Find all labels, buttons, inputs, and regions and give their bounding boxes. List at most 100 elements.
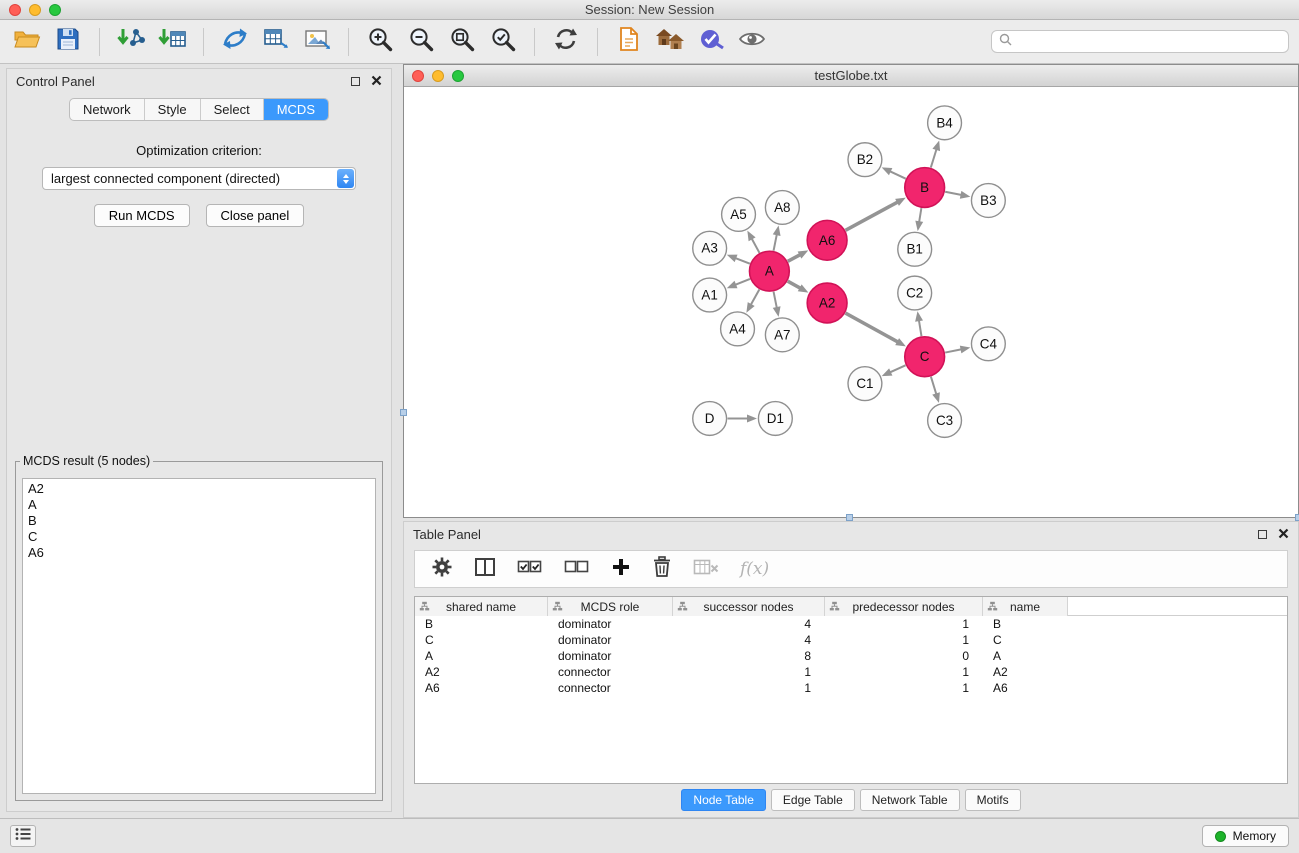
validate-button[interactable]	[694, 24, 728, 60]
column-header[interactable]: predecessor nodes	[825, 597, 983, 616]
graph-edge[interactable]	[751, 289, 759, 304]
graph-node-b[interactable]: B	[905, 168, 945, 208]
close-panel-icon[interactable]	[371, 74, 382, 89]
run-mcds-button[interactable]: Run MCDS	[94, 204, 190, 227]
graph-edge[interactable]	[919, 208, 921, 222]
graph-edge[interactable]	[788, 281, 800, 288]
graph-edge[interactable]	[931, 150, 937, 168]
graph-node-a3[interactable]: A3	[693, 231, 727, 265]
graph-edge[interactable]	[752, 239, 760, 253]
import-table-button[interactable]	[155, 24, 189, 60]
graph-edge[interactable]	[919, 321, 921, 337]
table-row[interactable]: Adominator80A	[415, 648, 1287, 664]
deselect-all-button[interactable]	[564, 557, 590, 582]
network-canvas[interactable]: B4B2BB3A5A8A6A3B1AC2A1A2A4A7C4CC1C3DD1	[404, 88, 1298, 517]
tab-network[interactable]: Network	[70, 99, 145, 120]
graph-node-a4[interactable]: A4	[721, 312, 755, 346]
table-row[interactable]: A6connector11A6	[415, 680, 1287, 696]
graph-node-b1[interactable]: B1	[898, 232, 932, 266]
column-header[interactable]: successor nodes	[673, 597, 825, 616]
graph-edge[interactable]	[736, 279, 750, 285]
mcds-result-list[interactable]: A2ABCA6	[22, 478, 376, 794]
open-session-button[interactable]	[10, 24, 44, 60]
graph-edge[interactable]	[845, 313, 897, 342]
result-item[interactable]: C	[28, 529, 370, 545]
graph-node-d1[interactable]: D1	[758, 402, 792, 436]
resize-handle[interactable]	[1295, 514, 1299, 521]
graph-edge[interactable]	[945, 349, 961, 352]
network-svg[interactable]: B4B2BB3A5A8A6A3B1AC2A1A2A4A7C4CC1C3DD1	[404, 88, 1298, 517]
delete-column-button[interactable]	[652, 556, 672, 583]
graph-edge[interactable]	[890, 171, 906, 178]
home-button[interactable]	[653, 24, 687, 60]
graph-node-b2[interactable]: B2	[848, 143, 882, 177]
float-panel-icon[interactable]	[351, 77, 360, 86]
close-panel-button[interactable]: Close panel	[206, 204, 305, 227]
table-row[interactable]: A2connector11A2	[415, 664, 1287, 680]
graph-node-a1[interactable]: A1	[693, 278, 727, 312]
graph-node-a5[interactable]: A5	[722, 197, 756, 231]
graph-edge[interactable]	[774, 292, 777, 308]
tab-mcds[interactable]: MCDS	[264, 99, 328, 120]
graph-edge[interactable]	[890, 365, 905, 372]
float-panel-icon[interactable]	[1258, 530, 1267, 539]
table-row[interactable]: Cdominator41C	[415, 632, 1287, 648]
zoom-selected-button[interactable]	[486, 24, 520, 60]
tab-network-table[interactable]: Network Table	[860, 789, 960, 811]
graph-edge[interactable]	[945, 192, 961, 195]
column-header[interactable]: MCDS role	[548, 597, 673, 616]
graph-node-a6[interactable]: A6	[807, 220, 847, 260]
graph-node-b3[interactable]: B3	[971, 184, 1005, 218]
new-table-button[interactable]	[259, 24, 293, 60]
add-column-button[interactable]	[611, 557, 631, 582]
graph-node-a[interactable]: A	[749, 251, 789, 291]
save-session-button[interactable]	[51, 24, 85, 60]
graph-edge[interactable]	[931, 377, 936, 394]
graph-edge[interactable]	[736, 258, 750, 263]
apply-layout-button[interactable]	[549, 24, 583, 60]
result-item[interactable]: A	[28, 497, 370, 513]
tab-edge-table[interactable]: Edge Table	[771, 789, 855, 811]
close-window-button[interactable]	[9, 4, 21, 16]
function-builder-button[interactable]: f(x)	[740, 559, 769, 579]
result-item[interactable]: A6	[28, 545, 370, 561]
graph-node-b4[interactable]: B4	[928, 106, 962, 140]
export-image-button[interactable]	[300, 24, 334, 60]
search-input[interactable]	[1017, 35, 1281, 49]
graph-edge[interactable]	[774, 235, 777, 251]
zoom-out-button[interactable]	[404, 24, 438, 60]
tab-motifs[interactable]: Motifs	[965, 789, 1021, 811]
task-history-button[interactable]	[10, 825, 36, 847]
column-header[interactable]: shared name	[415, 597, 548, 616]
tab-select[interactable]: Select	[201, 99, 264, 120]
copy-document-button[interactable]	[612, 24, 646, 60]
minimize-view-button[interactable]	[432, 70, 444, 82]
resize-handle[interactable]	[400, 409, 407, 416]
criterion-dropdown[interactable]: largest connected component (directed)	[42, 167, 356, 190]
table-row[interactable]: Bdominator41B	[415, 616, 1287, 632]
graph-edge[interactable]	[788, 255, 800, 261]
tab-node-table[interactable]: Node Table	[681, 789, 766, 811]
zoom-in-button[interactable]	[363, 24, 397, 60]
close-panel-icon[interactable]	[1278, 527, 1289, 542]
delete-table-button[interactable]	[693, 557, 719, 582]
graph-node-a2[interactable]: A2	[807, 283, 847, 323]
show-columns-button[interactable]	[474, 556, 496, 583]
minimize-window-button[interactable]	[29, 4, 41, 16]
zoom-view-button[interactable]	[452, 70, 464, 82]
graph-node-d[interactable]: D	[693, 402, 727, 436]
graph-node-c4[interactable]: C4	[971, 327, 1005, 361]
close-view-button[interactable]	[412, 70, 424, 82]
show-hide-button[interactable]	[735, 24, 769, 60]
graph-node-c1[interactable]: C1	[848, 367, 882, 401]
result-item[interactable]: B	[28, 513, 370, 529]
resize-handle[interactable]	[846, 514, 853, 521]
select-all-button[interactable]	[517, 557, 543, 582]
column-header[interactable]: name	[983, 597, 1068, 616]
table-settings-button[interactable]	[431, 556, 453, 583]
import-network-button[interactable]	[114, 24, 148, 60]
graph-edge[interactable]	[846, 202, 898, 230]
graph-node-a7[interactable]: A7	[765, 318, 799, 352]
tab-style[interactable]: Style	[145, 99, 201, 120]
new-network-button[interactable]	[218, 24, 252, 60]
